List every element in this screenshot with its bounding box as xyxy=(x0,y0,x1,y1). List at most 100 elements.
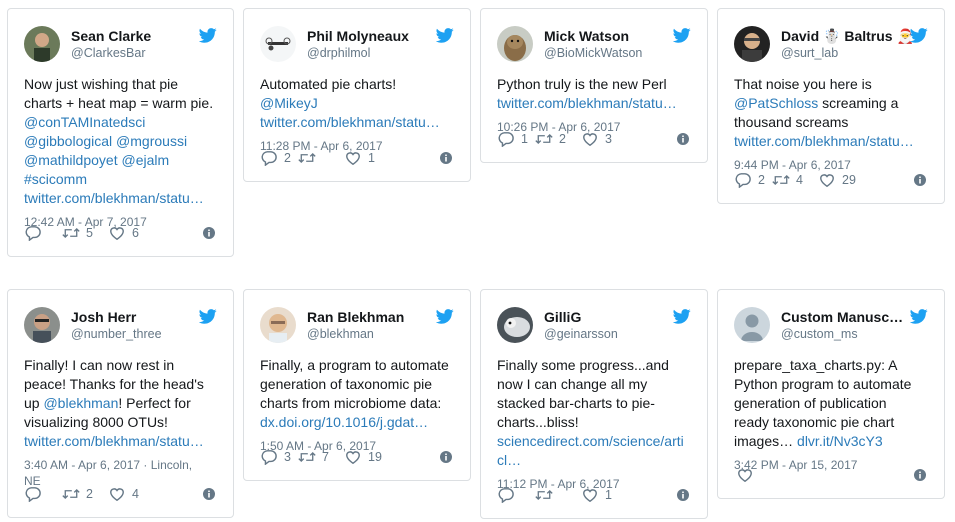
reply-button[interactable]: 2 xyxy=(734,171,765,189)
avatar[interactable] xyxy=(734,26,770,62)
reply-button[interactable]: 1 xyxy=(497,130,528,148)
like-count: 3 xyxy=(605,132,612,146)
author-handle[interactable]: @ClarkesBar xyxy=(71,46,146,60)
info-icon[interactable] xyxy=(677,132,689,145)
info-icon[interactable] xyxy=(440,450,452,463)
info-icon[interactable] xyxy=(914,173,926,186)
tweet-link[interactable]: twitter.com/blekhman/statu… xyxy=(260,114,440,130)
like-count: 4 xyxy=(132,487,139,501)
tweet-link[interactable]: twitter.com/blekhman/statu… xyxy=(497,95,677,111)
tweet-link[interactable]: @gibbological @mgroussi xyxy=(24,133,187,149)
like-button[interactable]: 19 xyxy=(344,448,382,466)
retweet-button[interactable]: 4 xyxy=(772,171,803,189)
avatar[interactable] xyxy=(260,26,296,62)
tweet-link[interactable]: cl… xyxy=(497,452,521,468)
author-name[interactable]: Mick Watson xyxy=(544,28,629,44)
retweet-button[interactable]: 2 xyxy=(62,485,93,503)
info-icon[interactable] xyxy=(203,226,215,239)
like-button[interactable] xyxy=(736,466,754,484)
tweet-card[interactable]: Ran Blekhman @blekhman Finally, a program … xyxy=(243,289,471,481)
reply-button[interactable]: 2 xyxy=(260,149,291,167)
tweet-link[interactable]: sciencedirect.com/science/arti xyxy=(497,433,684,449)
tweet-link[interactable]: #scicomm xyxy=(24,171,87,187)
tweet-card[interactable]: GilliG @geinarsson Finally some progress..… xyxy=(480,289,708,519)
tweet-link[interactable]: dx.doi.org/10.1016/j.gdat… xyxy=(260,414,428,430)
tweet-text: Automated pie charts! @MikeyJ twitter.com/… xyxy=(260,75,454,132)
avatar[interactable] xyxy=(497,26,533,62)
author-name[interactable]: David ☃️ Baltrus 🎅 xyxy=(781,28,914,45)
tweet-link[interactable]: @PatSchloss xyxy=(734,95,818,111)
author-name[interactable]: Josh Herr xyxy=(71,309,136,325)
avatar[interactable] xyxy=(24,26,60,62)
like-button[interactable]: 1 xyxy=(581,486,612,504)
tweet-text-line: charts from microbiome data: xyxy=(260,394,454,413)
timestamp-text[interactable]: 9:44 PM - Apr 6, 2017 xyxy=(734,158,851,172)
author-handle[interactable]: @BioMickWatson xyxy=(544,46,642,60)
tweet-link[interactable]: twitter.com/blekhman/statu… xyxy=(24,433,204,449)
tweet-link[interactable]: twitter.com/blekhman/statu… xyxy=(734,133,914,149)
like-button[interactable]: 29 xyxy=(818,171,856,189)
twitter-bird-icon[interactable] xyxy=(435,28,454,43)
info-icon[interactable] xyxy=(440,151,452,164)
reply-button[interactable] xyxy=(24,485,48,503)
retweet-count: 2 xyxy=(559,132,566,146)
twitter-bird-icon[interactable] xyxy=(198,28,217,43)
avatar[interactable] xyxy=(734,307,770,343)
author-name[interactable]: Ran Blekhman xyxy=(307,309,404,325)
author-name[interactable]: Phil Molyneaux xyxy=(307,28,409,44)
retweet-button[interactable] xyxy=(535,486,559,504)
author-handle[interactable]: @surt_lab xyxy=(781,46,838,60)
author-handle[interactable]: @custom_ms xyxy=(781,327,858,341)
tweet-card[interactable]: Phil Molyneaux @drphilmol Automated pie ch… xyxy=(243,8,471,182)
author-handle[interactable]: @geinarsson xyxy=(544,327,618,341)
reply-button[interactable] xyxy=(24,224,48,242)
retweet-button[interactable] xyxy=(298,149,322,167)
retweet-button[interactable]: 2 xyxy=(535,130,566,148)
info-icon[interactable] xyxy=(914,468,926,481)
twitter-bird-icon[interactable] xyxy=(909,309,928,324)
author-name[interactable]: Custom Manusc… xyxy=(781,309,903,325)
tweet-text: Now just wishing that pie charts + heat m… xyxy=(24,75,217,208)
info-icon[interactable] xyxy=(677,488,689,501)
like-button[interactable]: 1 xyxy=(344,149,375,167)
retweet-button[interactable]: 7 xyxy=(298,448,329,466)
author-name[interactable]: GilliG xyxy=(544,309,581,325)
tweet-text-line: visualizing 8000 OTUs! xyxy=(24,413,217,432)
author-name[interactable]: Sean Clarke xyxy=(71,28,151,44)
like-button[interactable]: 4 xyxy=(108,485,139,503)
tweet-link[interactable]: dlvr.it/Nv3cY3 xyxy=(797,433,883,449)
tweet-card[interactable]: Mick Watson @BioMickWatson Python truly is… xyxy=(480,8,708,163)
reply-button[interactable] xyxy=(497,486,521,504)
reply-button[interactable]: 3 xyxy=(260,448,291,466)
twitter-bird-icon[interactable] xyxy=(198,309,217,324)
twitter-bird-icon[interactable] xyxy=(435,309,454,324)
tweet-header: GilliG @geinarsson xyxy=(481,305,707,345)
twitter-bird-icon[interactable] xyxy=(672,28,691,43)
avatar[interactable] xyxy=(497,307,533,343)
tweet-card[interactable]: Josh Herr @number_three Finally! I can now… xyxy=(7,289,234,518)
tweet-text-line: Finally, a program to automate xyxy=(260,356,454,375)
avatar[interactable] xyxy=(260,307,296,343)
like-button[interactable]: 6 xyxy=(108,224,139,242)
author-handle[interactable]: @blekhman xyxy=(307,327,374,341)
tweet-card[interactable]: Sean Clarke @ClarkesBar Now just wishing t… xyxy=(7,8,234,257)
tweet-text-line: generation of taxonomic pie xyxy=(260,375,454,394)
reply-count: 1 xyxy=(521,132,528,146)
tweet-card[interactable]: Custom Manusc… @custom_ms prepare_taxa_cha… xyxy=(717,289,945,499)
tweet-link[interactable]: @blekhman xyxy=(43,395,118,411)
author-handle[interactable]: @drphilmol xyxy=(307,46,370,60)
tweet-text-line: @conTAMInatedsci xyxy=(24,113,217,132)
info-icon[interactable] xyxy=(203,487,215,500)
twitter-bird-icon[interactable] xyxy=(672,309,691,324)
avatar[interactable] xyxy=(24,307,60,343)
author-handle[interactable]: @number_three xyxy=(71,327,162,341)
tweet-link[interactable]: @mathildpoyet @ejalm xyxy=(24,152,169,168)
retweet-button[interactable]: 5 xyxy=(62,224,93,242)
twitter-bird-icon[interactable] xyxy=(909,28,928,43)
tweet-link[interactable]: twitter.com/blekhman/statu… xyxy=(24,190,204,206)
timestamp-text[interactable]: 3:40 AM - Apr 6, 2017 · Lincoln, xyxy=(24,458,192,472)
tweet-link[interactable]: @conTAMInatedsci xyxy=(24,114,145,130)
tweet-card[interactable]: David ☃️ Baltrus 🎅 @surt_lab That noise yo… xyxy=(717,8,945,204)
tweet-link[interactable]: @MikeyJ xyxy=(260,95,318,111)
like-button[interactable]: 3 xyxy=(581,130,612,148)
